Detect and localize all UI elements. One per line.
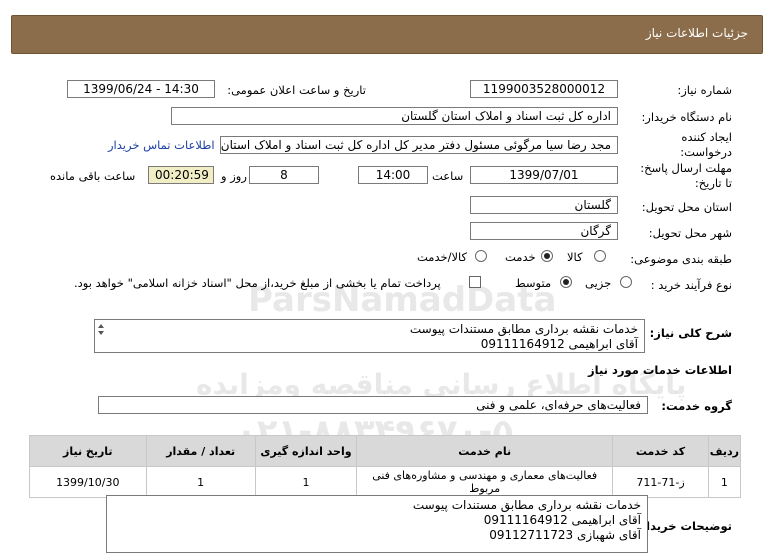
category-radio-service[interactable] (541, 250, 553, 262)
category-label: طبقه بندی موضوعی: (630, 252, 732, 266)
table-row: 1 ز-71-711 فعالیت‌های معماری و مهندسی و … (29, 466, 742, 498)
deadline-label-1: مهلت ارسال پاسخ: (640, 161, 732, 175)
cell-service-code: ز-71-711 (612, 466, 709, 498)
category-radio-goods-service[interactable] (475, 250, 487, 262)
remaining-label: ساعت باقی مانده (50, 169, 136, 183)
cell-unit: 1 (254, 466, 358, 498)
process-label: نوع فرآیند خرید : (650, 278, 732, 292)
city-label: شهر محل تحویل: (648, 226, 732, 240)
summary-label: شرح کلی نیاز: (649, 326, 732, 340)
category-radio-goods[interactable] (594, 250, 606, 262)
service-group-label: گروه خدمت: (661, 399, 732, 413)
cell-service-name: فعالیت‌های معماری و مهندسی و مشاوره‌های … (356, 466, 614, 498)
buyer-org-label: نام دستگاه خریدار: (641, 110, 732, 124)
category-option-goods: کالا (567, 250, 583, 264)
need-number-label: شماره نیاز: (677, 83, 732, 97)
province-field[interactable]: گلستان (470, 196, 618, 214)
cell-quantity: 1 (145, 466, 256, 498)
scroll-up-icon[interactable] (98, 324, 104, 328)
scroll-down-icon[interactable] (98, 331, 104, 335)
contact-buyer-link[interactable]: اطلاعات تماس خریدار (108, 138, 215, 152)
process-radio-minor[interactable] (620, 276, 632, 288)
deadline-time-field[interactable]: 14:00 (358, 166, 428, 184)
creator-label-1: ایجاد کننده (681, 130, 732, 144)
service-group-field[interactable]: فعالیت‌های حرفه‌ای، علمی و فنی (98, 396, 648, 414)
creator-label-2: درخواست: (680, 145, 732, 159)
process-radio-medium[interactable] (560, 276, 572, 288)
payment-note: پرداخت تمام یا بخشی از مبلغ خرید،از محل … (74, 276, 441, 290)
days-field[interactable]: 8 (249, 166, 319, 184)
category-option-service: خدمت (505, 250, 536, 264)
creator-field[interactable]: مجد رضا سیا مرگوئی مسئول دفتر مدیر کل اد… (220, 136, 618, 154)
services-section-title: اطلاعات خدمات مورد نیاز (588, 363, 732, 377)
cell-row-number: 1 (707, 466, 742, 498)
summary-textarea[interactable]: خدمات نقشه برداری مطابق مستندات پیوست آق… (94, 319, 645, 353)
col-header-quantity: تعداد / مقدار (145, 435, 256, 467)
col-header-service-code: کد خدمت (612, 435, 709, 467)
col-header-row-number: ردیف (707, 435, 742, 467)
announce-label: تاریخ و ساعت اعلان عمومی: (227, 83, 366, 97)
category-option-goods-service: کالا/خدمت (417, 250, 468, 264)
announce-field[interactable]: 1399/06/24 - 14:30 (67, 80, 215, 98)
province-label: استان محل تحویل: (641, 200, 732, 214)
remaining-time-field: 00:20:59 (148, 166, 214, 184)
services-table: ردیف کد خدمت نام خدمت واحد اندازه گیری ت… (29, 435, 742, 498)
deadline-label-2: تا تاریخ: (694, 176, 732, 190)
days-label: روز و (221, 169, 247, 183)
table-header-row: ردیف کد خدمت نام خدمت واحد اندازه گیری ت… (29, 435, 742, 467)
summary-line: آقای ابراهیمی 09111164912 (480, 337, 638, 351)
buyer-notes-label: توضیحات خریدار: (634, 519, 732, 533)
page-title: جزئیات اطلاعات نیاز (645, 26, 748, 40)
treasury-payment-checkbox[interactable] (469, 276, 481, 288)
buyer-notes-textarea[interactable]: خدمات نقشه برداری مطابق مستندات پیوست آق… (106, 495, 648, 553)
deadline-date-field[interactable]: 1399/07/01 (470, 166, 618, 184)
process-option-minor: جزیی (585, 276, 612, 290)
cell-need-date: 1399/10/30 (29, 466, 147, 498)
buyer-notes-line: آقای شهبازی 09112711723 (489, 528, 641, 542)
city-field[interactable]: گرگان (470, 222, 618, 240)
summary-line: خدمات نقشه برداری مطابق مستندات پیوست (409, 322, 638, 336)
process-option-medium: متوسط (515, 276, 552, 290)
deadline-time-label: ساعت (432, 169, 464, 183)
col-header-need-date: تاریخ نیاز (29, 435, 147, 467)
buyer-org-field[interactable]: اداره کل ثبت اسناد و املاک استان گلستان (171, 107, 618, 125)
need-number-field[interactable]: 1199003528000012 (470, 80, 618, 98)
col-header-service-name: نام خدمت (356, 435, 614, 467)
buyer-notes-line: آقای ابراهیمی 09111164912 (483, 513, 641, 527)
col-header-unit: واحد اندازه گیری (254, 435, 358, 467)
page-header: جزئیات اطلاعات نیاز (11, 15, 763, 54)
buyer-notes-line: خدمات نقشه برداری مطابق مستندات پیوست (412, 498, 641, 512)
